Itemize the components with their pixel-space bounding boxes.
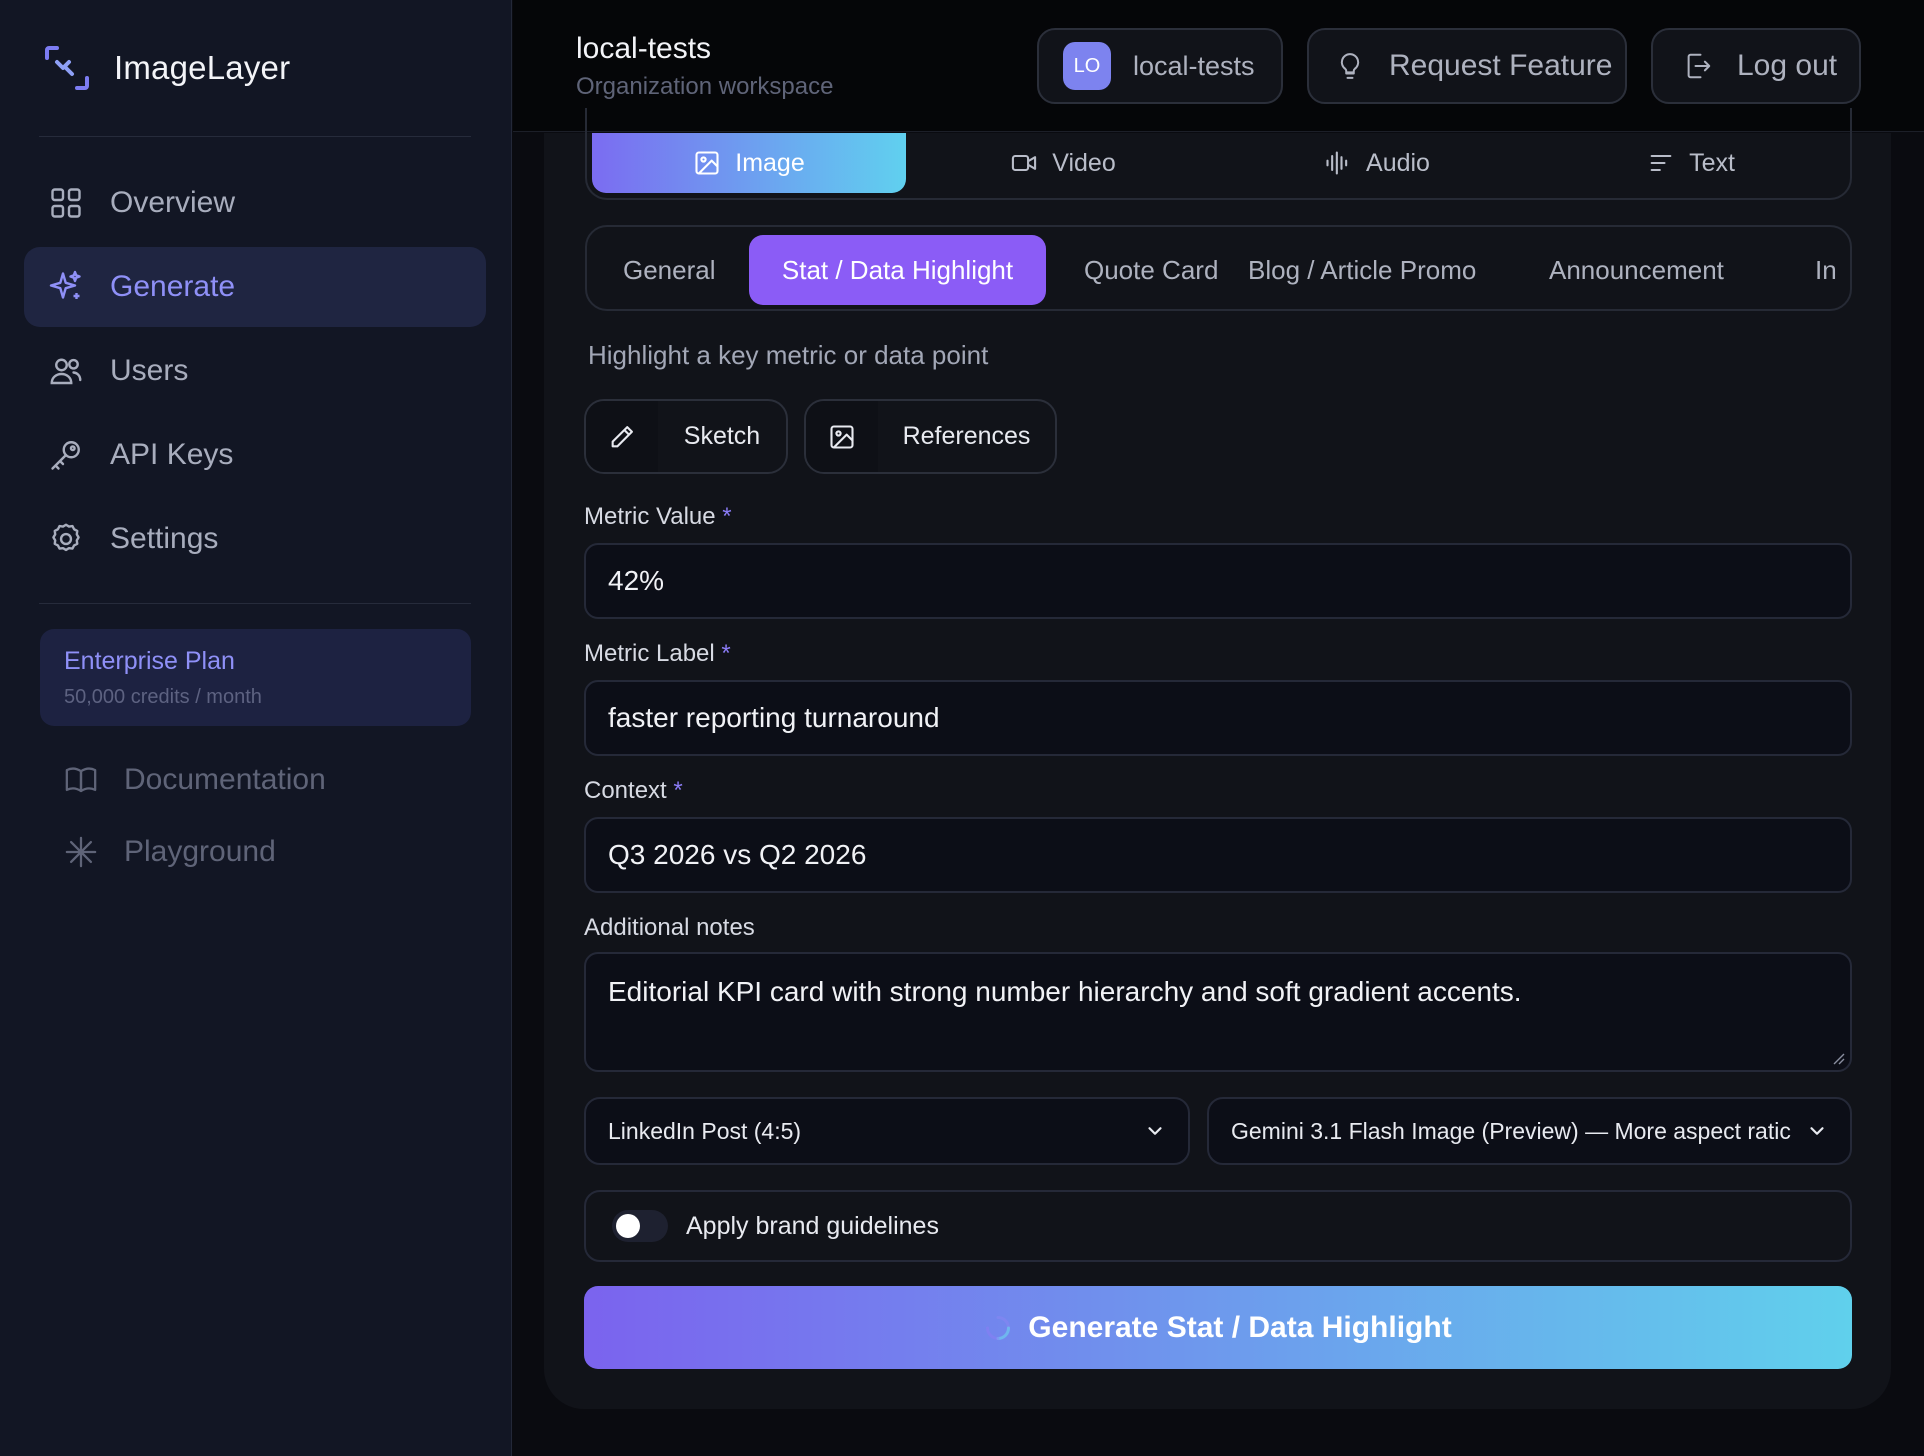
required-marker: * <box>721 640 731 667</box>
chevron-down-icon <box>1144 1120 1166 1142</box>
workspace-subtitle: Organization workspace <box>576 73 834 100</box>
plan-credits: 50,000 credits / month <box>64 686 262 708</box>
key-icon <box>48 437 84 473</box>
sidebar-item-api-keys[interactable]: API Keys <box>24 415 486 495</box>
metric-label-label: Metric Label * <box>584 640 731 668</box>
resize-handle-icon[interactable] <box>1830 1050 1846 1066</box>
format-select[interactable]: LinkedIn Post (4:5) <box>584 1097 1190 1165</box>
sidebar-item-label: Overview <box>110 186 236 219</box>
template-tab-blog-article-promo[interactable]: Blog / Article Promo <box>1220 235 1504 305</box>
brand-guidelines-row: Apply brand guidelines <box>584 1190 1852 1262</box>
sidebar-item-label: Users <box>110 354 189 387</box>
template-description: Highlight a key metric or data point <box>588 340 989 370</box>
spinner-icon <box>984 1314 1012 1342</box>
tab-text[interactable]: Text <box>1534 133 1848 193</box>
plan-card[interactable]: Enterprise Plan 50,000 credits / month <box>40 629 471 726</box>
sketch-label: Sketch <box>683 422 761 450</box>
sidebar-item-generate[interactable]: Generate <box>24 247 486 327</box>
documentation-link[interactable]: Documentation <box>64 758 326 802</box>
gear-icon <box>48 521 84 557</box>
sidebar-item-label: Generate <box>110 270 236 303</box>
brand-guidelines-toggle[interactable] <box>612 1210 668 1242</box>
toggle-knob <box>616 1214 640 1238</box>
template-tabs: General Stat / Data Highlight Quote Card… <box>585 225 1852 311</box>
request-feature-button[interactable]: Request Feature <box>1307 28 1627 104</box>
grid-icon <box>48 185 84 221</box>
template-tab-general[interactable]: General <box>595 235 744 305</box>
tab-label: Audio <box>1366 148 1430 177</box>
required-marker: * <box>722 503 732 530</box>
references-button[interactable]: References <box>804 399 1057 474</box>
org-switcher-button[interactable]: LO local-tests <box>1037 28 1283 104</box>
tab-label: Video <box>1052 148 1116 177</box>
metric-label-input[interactable]: faster reporting turnaround <box>584 680 1852 756</box>
tab-audio[interactable]: Audio <box>1220 133 1534 193</box>
generate-button[interactable]: Generate Stat / Data Highlight <box>584 1286 1852 1369</box>
sparkle-icon <box>48 269 84 305</box>
image-icon <box>806 401 878 472</box>
metric-value-input[interactable]: 42% <box>584 543 1852 619</box>
playground-label: Playground <box>124 835 276 868</box>
request-feature-label: Request Feature <box>1389 49 1613 82</box>
tab-label: Image <box>735 148 805 177</box>
image-icon <box>693 149 721 177</box>
tab-video[interactable]: Video <box>906 133 1220 193</box>
brand-guidelines-label: Apply brand guidelines <box>686 1211 939 1240</box>
additional-notes-label: Additional notes <box>584 914 755 941</box>
required-marker: * <box>673 777 683 804</box>
template-tab-announcement[interactable]: Announcement <box>1521 235 1752 305</box>
sidebar-divider <box>39 603 471 604</box>
model-select-value: Gemini 3.1 Flash Image (Preview) — More … <box>1231 1117 1791 1144</box>
documentation-label: Documentation <box>124 763 326 796</box>
book-icon <box>64 763 98 797</box>
metric-value-label: Metric Value * <box>584 503 732 531</box>
sidebar-item-label: Settings <box>110 522 219 555</box>
text-icon <box>1647 149 1675 177</box>
sidebar-item-label: API Keys <box>110 438 234 471</box>
sidebar-item-settings[interactable]: Settings <box>24 499 486 579</box>
plan-name: Enterprise Plan <box>64 647 235 675</box>
asterisk-icon <box>64 835 98 869</box>
org-name: local-tests <box>1133 50 1255 81</box>
context-label-text: Context <box>584 777 667 804</box>
template-tab-overflow[interactable]: In <box>1787 235 1850 305</box>
audio-icon <box>1324 149 1352 177</box>
sketch-button[interactable]: Sketch <box>584 399 788 474</box>
template-tab-quote-card[interactable]: Quote Card <box>1056 235 1246 305</box>
brand[interactable]: ImageLayer <box>44 46 290 90</box>
sidebar: ImageLayer Overview Generate Users API K… <box>0 0 512 1456</box>
sidebar-item-users[interactable]: Users <box>24 331 486 411</box>
pencil-icon <box>586 401 658 472</box>
metric-label-label-text: Metric Label <box>584 640 715 667</box>
additional-notes-text: Editorial KPI card with strong number hi… <box>608 976 1522 1007</box>
video-icon <box>1010 149 1038 177</box>
metric-value-label-text: Metric Value <box>584 503 716 530</box>
logout-icon <box>1683 50 1713 82</box>
logout-label: Log out <box>1737 49 1838 82</box>
template-tab-stat-data-highlight[interactable]: Stat / Data Highlight <box>749 235 1046 305</box>
brand-name: ImageLayer <box>114 49 291 86</box>
context-label: Context * <box>584 777 683 805</box>
context-input[interactable]: Q3 2026 vs Q2 2026 <box>584 817 1852 893</box>
tab-image[interactable]: Image <box>592 133 906 193</box>
logout-button[interactable]: Log out <box>1651 28 1861 104</box>
model-select[interactable]: Gemini 3.1 Flash Image (Preview) — More … <box>1207 1097 1852 1165</box>
tab-label: Text <box>1689 148 1735 177</box>
format-select-value: LinkedIn Post (4:5) <box>608 1117 802 1144</box>
chevron-down-icon <box>1806 1120 1828 1142</box>
additional-notes-textarea[interactable]: Editorial KPI card with strong number hi… <box>584 952 1852 1072</box>
references-label: References <box>902 422 1031 450</box>
generate-button-label: Generate Stat / Data Highlight <box>1028 1310 1452 1344</box>
playground-link[interactable]: Playground <box>64 830 276 874</box>
lightbulb-icon <box>1335 50 1365 82</box>
users-icon <box>48 353 84 389</box>
org-avatar: LO <box>1063 42 1111 90</box>
sidebar-divider <box>39 136 471 137</box>
logo-icon <box>44 45 90 91</box>
sidebar-item-overview[interactable]: Overview <box>24 163 486 243</box>
workspace-title: local-tests <box>576 32 712 65</box>
context-text: Q3 2026 vs Q2 2026 <box>608 839 867 870</box>
metric-value-text: 42% <box>608 565 665 596</box>
metric-label-text: faster reporting turnaround <box>608 702 940 733</box>
